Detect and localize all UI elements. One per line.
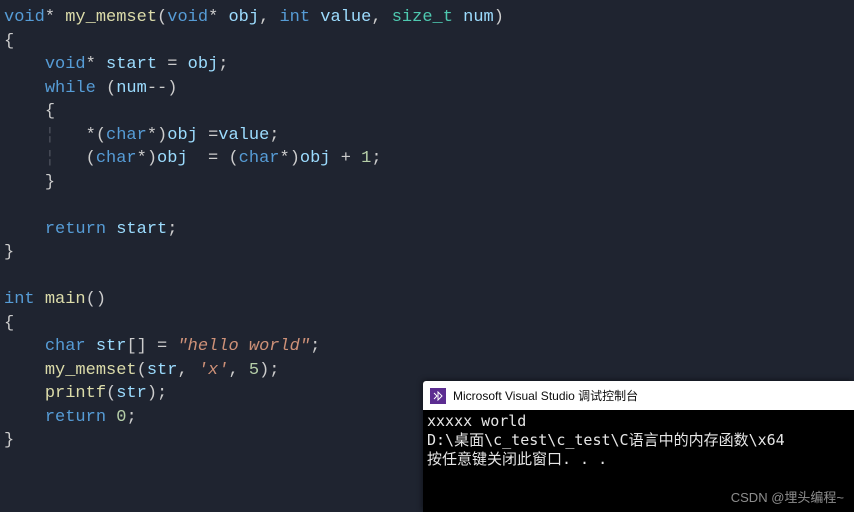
watermark-text: CSDN @埋头编程~ bbox=[731, 487, 844, 506]
console-line-3: 按任意键关闭此窗口. . . bbox=[427, 450, 607, 468]
console-output: xxxxx world D:\桌面\c_test\c_test\C语言中的内存函… bbox=[423, 410, 854, 471]
visual-studio-icon bbox=[430, 388, 446, 404]
star: * bbox=[45, 8, 55, 27]
console-titlebar[interactable]: Microsoft Visual Studio 调试控制台 bbox=[423, 381, 854, 410]
console-title: Microsoft Visual Studio 调试控制台 bbox=[453, 387, 638, 404]
console-line-2: D:\桌面\c_test\c_test\C语言中的内存函数\x64 bbox=[427, 431, 785, 449]
console-line-1: xxxxx world bbox=[427, 412, 526, 430]
debug-console-window[interactable]: Microsoft Visual Studio 调试控制台 xxxxx worl… bbox=[423, 381, 854, 512]
keyword-void: void bbox=[4, 8, 45, 27]
function-name: my_memset bbox=[65, 8, 157, 27]
